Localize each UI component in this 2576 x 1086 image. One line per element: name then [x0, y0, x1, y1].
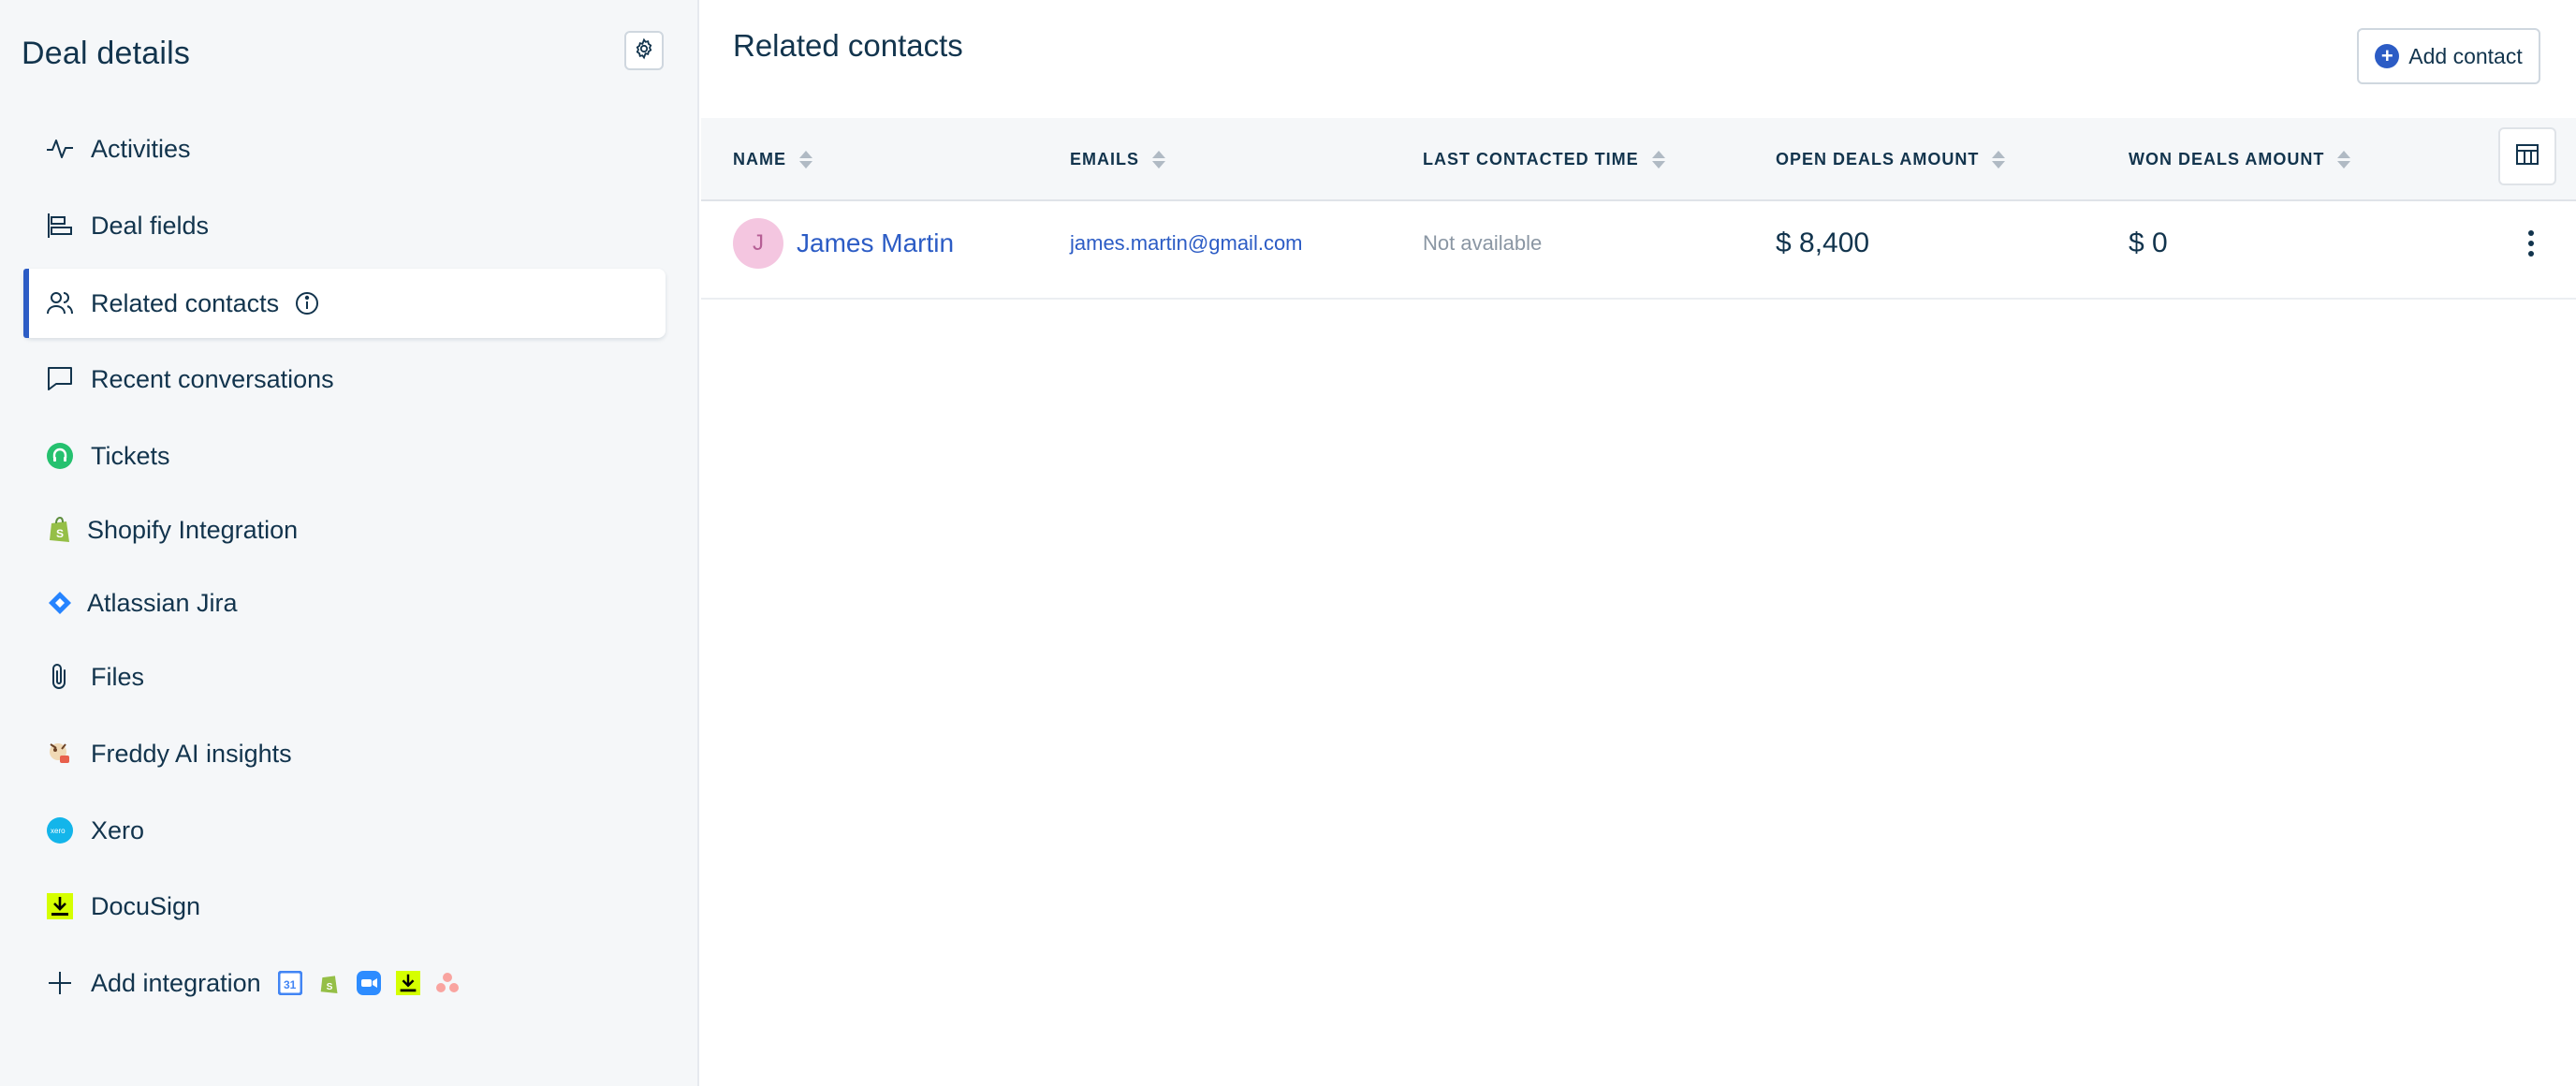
sidebar-item-recent-conversations[interactable]: Recent conversations [23, 345, 666, 414]
sidebar-item-label: Tickets [91, 441, 170, 470]
sidebar-item-docusign[interactable]: DocuSign [23, 872, 666, 941]
add-integration-button[interactable]: Add integration 31 S [23, 948, 666, 1018]
tickets-icon [44, 440, 76, 472]
gear-icon [633, 37, 655, 65]
sort-icon [1651, 151, 1665, 169]
plus-circle-icon: + [2375, 44, 2400, 68]
column-label: OPEN DEALS AMOUNT [1776, 150, 1980, 169]
calendar-icon: 31 [277, 971, 302, 995]
sidebar-item-related-contacts[interactable]: Related contacts [23, 269, 666, 338]
sidebar-item-activities[interactable]: Activities [23, 114, 666, 183]
sidebar-item-label: Freddy AI insights [91, 739, 292, 768]
conversation-icon [44, 363, 76, 395]
table-columns-button[interactable] [2498, 127, 2556, 185]
shopify-icon: S [317, 971, 342, 995]
sidebar-item-freddy-ai[interactable]: Freddy AI insights [23, 719, 666, 788]
settings-button[interactable] [624, 31, 664, 70]
column-header-won-deals-amount[interactable]: WON DEALS AMOUNT [2129, 118, 2351, 201]
sidebar-item-label: Deal fields [91, 211, 210, 240]
jira-icon [44, 587, 76, 619]
contact-name-link[interactable]: James Martin [797, 228, 954, 258]
sidebar-item-deal-fields[interactable]: Deal fields [23, 191, 666, 260]
open-deals-cell: $ 8,400 [1776, 201, 1869, 286]
related-contacts-panel: Related contacts + Add contact NAME EMAI… [701, 0, 2576, 1086]
column-label: LAST CONTACTED TIME [1423, 150, 1639, 169]
sidebar-item-jira[interactable]: Atlassian Jira [23, 568, 666, 638]
sidebar-item-xero[interactable]: xero Xero [23, 796, 666, 865]
sidebar-item-label: Recent conversations [91, 364, 334, 393]
docusign-icon [44, 890, 76, 922]
column-header-last-contacted-time[interactable]: LAST CONTACTED TIME [1423, 118, 1665, 201]
add-contact-button[interactable]: + Add contact [2357, 28, 2540, 84]
plus-icon [44, 967, 76, 999]
add-contact-label: Add contact [2408, 43, 2523, 68]
deal-fields-icon [44, 210, 76, 242]
contacts-icon [44, 287, 76, 319]
sort-icon [799, 151, 812, 169]
sidebar-item-label: Shopify Integration [87, 515, 299, 544]
table-row: J James Martin james.martin@gmail.com No… [701, 201, 2576, 300]
open-deals-amount: $ 8,400 [1776, 227, 1870, 258]
sidebar-item-label: Files [91, 662, 145, 691]
page-title: Related contacts [733, 28, 963, 63]
avatar: J [733, 218, 783, 269]
table-header: NAME EMAILS LAST CONTACTED TIME OPEN DEA… [701, 118, 2576, 201]
svg-text:S: S [326, 982, 332, 992]
xero-icon: xero [44, 814, 76, 846]
shopify-icon: S [44, 514, 76, 546]
email-cell: james.martin@gmail.com [1070, 201, 1303, 286]
sidebar-item-label: Activities [91, 134, 191, 163]
won-deals-cell: $ 0 [2129, 201, 2168, 286]
column-label: NAME [733, 150, 786, 169]
sort-icon [2337, 151, 2351, 169]
won-deals-amount: $ 0 [2129, 227, 2168, 258]
docusign-icon [395, 971, 420, 995]
deal-details-sidebar: Deal details Activities Deal fields Rela… [0, 0, 699, 1086]
asana-icon [435, 971, 460, 995]
zoom-icon [356, 971, 381, 995]
info-icon[interactable] [294, 290, 320, 316]
integration-icons: 31 S [277, 971, 460, 995]
column-label: EMAILS [1070, 150, 1140, 169]
svg-text:S: S [56, 527, 64, 540]
activity-icon [44, 133, 76, 165]
table-columns-icon [2514, 141, 2540, 172]
last-contacted-cell: Not available [1423, 201, 1542, 286]
column-header-emails[interactable]: EMAILS [1070, 118, 1166, 201]
column-header-name[interactable]: NAME [733, 118, 812, 201]
sidebar-item-label: Related contacts [91, 288, 280, 317]
sort-icon [1992, 151, 2006, 169]
sidebar-item-label: DocuSign [91, 891, 201, 920]
sidebar-item-tickets[interactable]: Tickets [23, 421, 666, 491]
column-header-open-deals-amount[interactable]: OPEN DEALS AMOUNT [1776, 118, 2006, 201]
sidebar-item-label: Atlassian Jira [87, 588, 238, 617]
freddy-icon [44, 738, 76, 770]
svg-text:xero: xero [51, 827, 66, 835]
column-label: WON DEALS AMOUNT [2129, 150, 2325, 169]
paperclip-icon [44, 661, 76, 693]
svg-text:31: 31 [284, 978, 297, 991]
contact-name-cell: J James Martin [733, 201, 954, 286]
last-contacted-value: Not available [1423, 231, 1543, 255]
sidebar-item-shopify[interactable]: S Shopify Integration [23, 495, 666, 565]
contact-email-link[interactable]: james.martin@gmail.com [1070, 231, 1303, 256]
sidebar-item-label: Xero [91, 815, 145, 844]
row-more-options-icon[interactable] [2512, 218, 2550, 269]
sidebar-title: Deal details [22, 36, 191, 71]
sort-icon [1152, 151, 1166, 169]
sidebar-item-label: Add integration [91, 968, 261, 997]
sidebar-item-files[interactable]: Files [23, 642, 666, 712]
